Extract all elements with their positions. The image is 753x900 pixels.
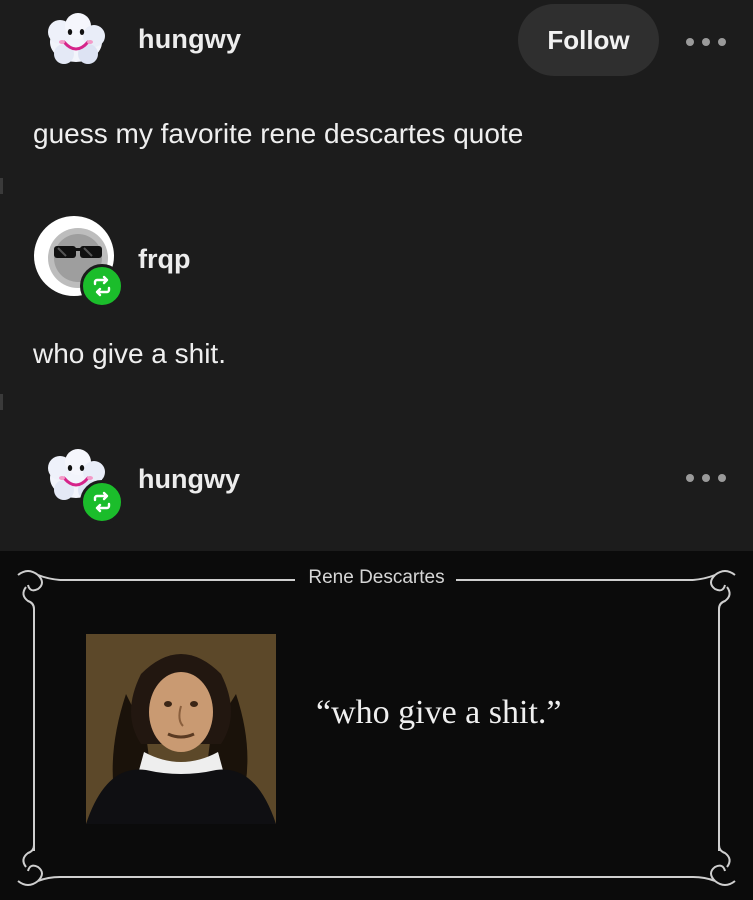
meme-quote: “who give a shit.” [316, 694, 562, 731]
reblog-header-frqp: frqp [0, 214, 753, 308]
divider-mark [0, 178, 3, 194]
follow-button[interactable]: Follow [518, 4, 659, 76]
meme-title-text: Rene Descartes [300, 567, 453, 588]
more-options-icon[interactable] [686, 470, 726, 486]
post-header: hungwy Follow [0, 0, 753, 82]
reblog-header-hungwy: hungwy [0, 440, 753, 530]
divider-mark [0, 394, 3, 410]
reblog-body-text: who give a shit. [33, 338, 226, 369]
post-body-text: guess my favorite rene descartes quote [33, 118, 524, 149]
meme-title: Rene Descartes [0, 567, 753, 589]
descartes-portrait [86, 634, 276, 824]
tumblr-post-thread: hungwy Follow guess my favorite rene des… [0, 0, 753, 900]
reblog-icon [80, 480, 124, 524]
cloud-avatar[interactable] [44, 12, 108, 68]
reblog-author-name[interactable]: frqp [138, 244, 190, 275]
reblog-author-name[interactable]: hungwy [138, 464, 240, 495]
reblog-icon [80, 264, 124, 308]
more-options-icon[interactable] [686, 34, 726, 50]
post-author-name[interactable]: hungwy [138, 24, 241, 55]
